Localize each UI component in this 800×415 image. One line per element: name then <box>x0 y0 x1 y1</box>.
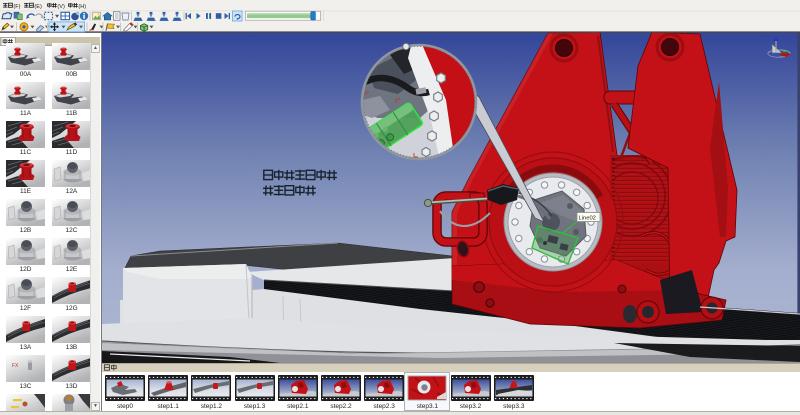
svg-text:(V): (V) <box>57 4 65 10</box>
svg-text:(E): (E) <box>34 4 42 10</box>
svg-text:(H): (H) <box>78 4 86 10</box>
svg-text:Line02: Line02 <box>579 216 596 222</box>
svg-text:(F): (F) <box>13 4 20 10</box>
svg-text:FX: FX <box>12 363 19 369</box>
